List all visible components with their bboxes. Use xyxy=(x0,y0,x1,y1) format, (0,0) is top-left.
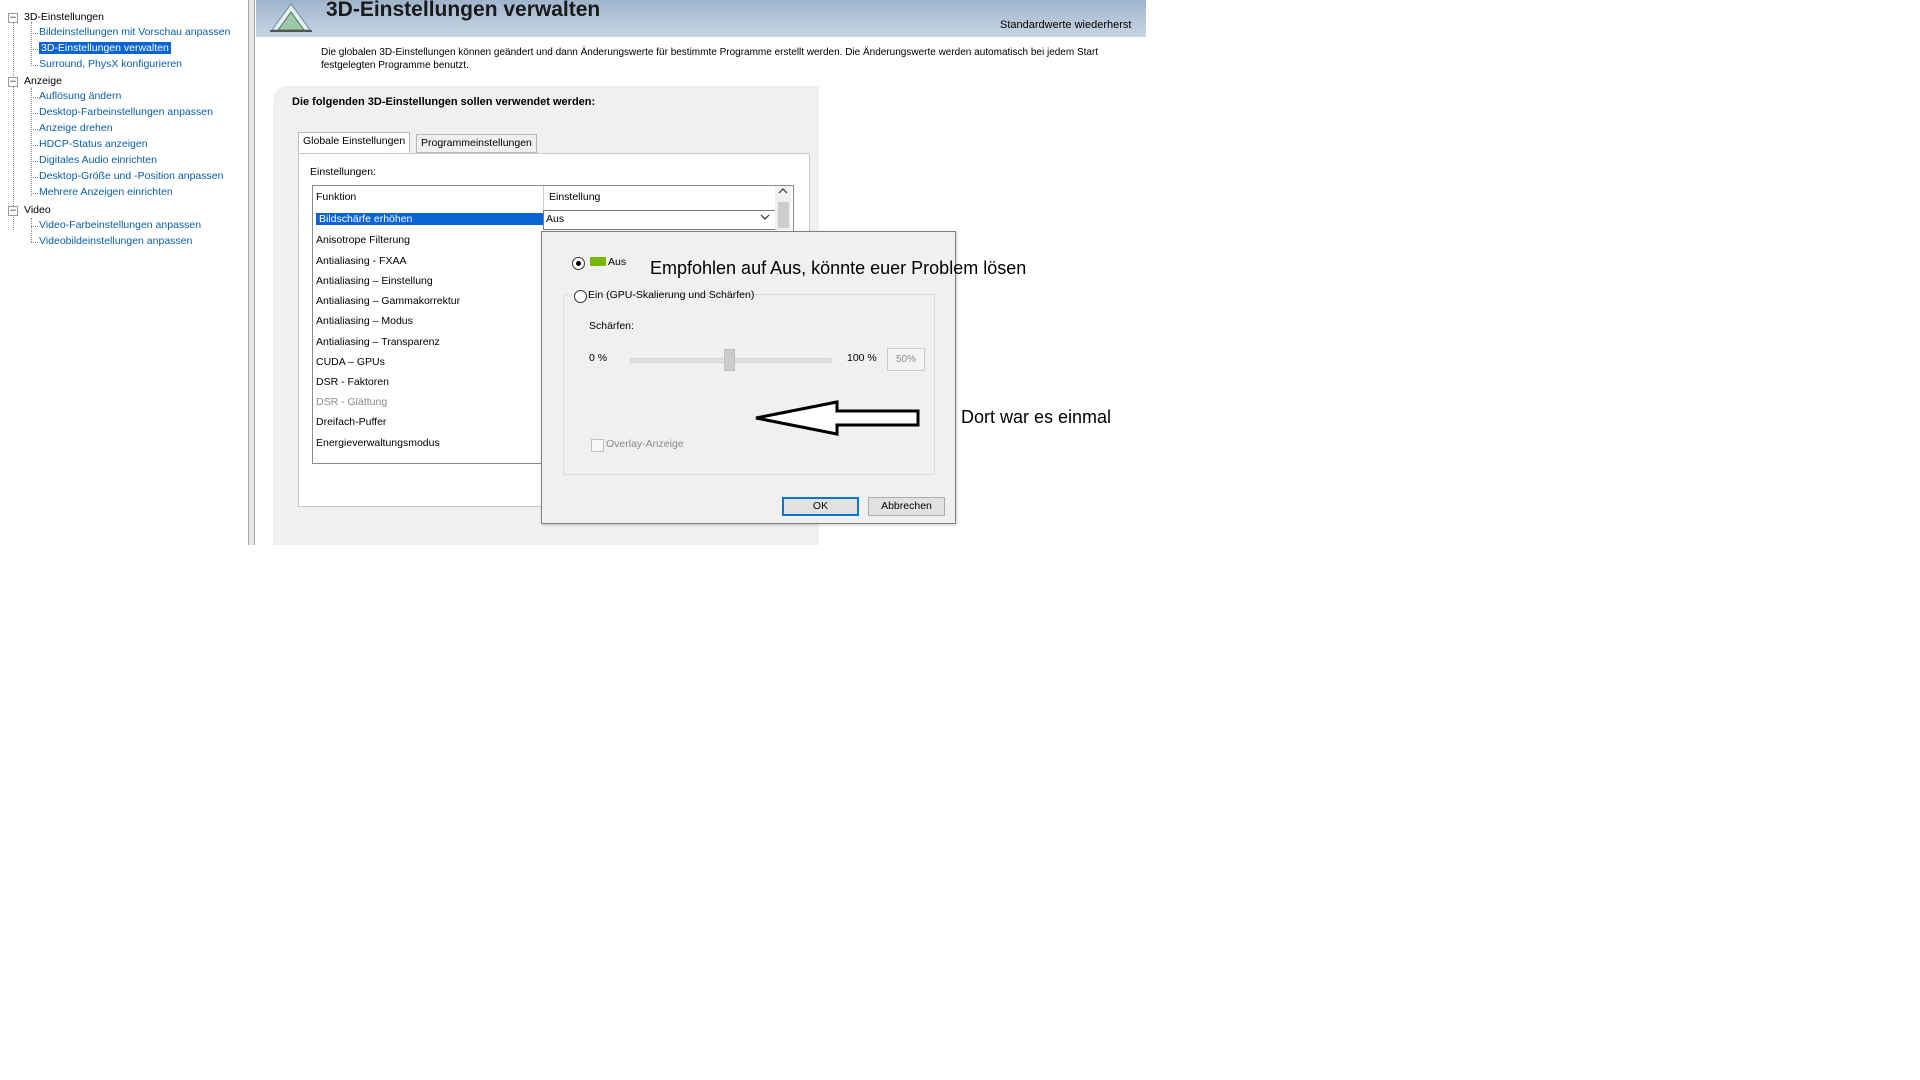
setting-value-text: Aus xyxy=(546,213,565,225)
page-description: Die globalen 3D-Einstellungen können geä… xyxy=(321,47,1099,71)
settings-row[interactable]: Dreifach-Puffer xyxy=(316,416,386,428)
settings-row[interactable]: DSR - Faktoren xyxy=(316,376,389,388)
tree-item-digital-audio[interactable]: Digitales Audio einrichten xyxy=(39,154,157,166)
cancel-button[interactable]: Abbrechen xyxy=(868,497,945,516)
ok-button[interactable]: OK xyxy=(782,497,859,516)
radio-off-label[interactable]: Aus xyxy=(608,256,626,268)
settings-row[interactable]: Antialiasing – Gammakorrektur xyxy=(316,295,460,307)
settings-row[interactable]: Antialiasing - FXAA xyxy=(316,255,406,267)
tree-item-hdcp-status[interactable]: HDCP-Status anzeigen xyxy=(39,138,148,150)
overlay-checkbox[interactable] xyxy=(591,439,604,452)
slider-min-label: 0 % xyxy=(589,352,608,364)
tab-global-settings[interactable]: Globale Einstellungen xyxy=(298,132,411,153)
tree-item-desktop-color[interactable]: Desktop-Farbeinstellungen anpassen xyxy=(39,106,213,118)
settings-row-image-sharpening[interactable]: Bildschärfe erhöhen xyxy=(316,213,543,225)
scroll-up-icon[interactable] xyxy=(778,186,788,196)
restore-defaults-link[interactable]: Standardwerte wiederherst xyxy=(1000,19,1131,31)
tree-category-video[interactable]: Video xyxy=(24,204,51,216)
tree-category-3d[interactable]: 3D-Einstellungen xyxy=(24,11,104,23)
tree-item-rotate-display[interactable]: Anzeige drehen xyxy=(39,122,113,134)
column-header-function[interactable]: Funktion xyxy=(316,191,356,203)
annotation-previous-location: Dort war es einmal xyxy=(961,407,1112,427)
setting-value-dropdown[interactable] xyxy=(543,210,777,230)
navigation-tree: − 3D-Einstellungen Bildeinstellungen mit… xyxy=(0,0,248,545)
sharpen-label: Schärfen: xyxy=(589,320,634,332)
column-separator xyxy=(543,186,544,210)
arrow-left-icon xyxy=(755,400,920,436)
radio-off[interactable] xyxy=(572,257,585,270)
sharpen-value-field[interactable]: 50% xyxy=(887,348,925,371)
tree-item-desktop-size[interactable]: Desktop-Größe und -Position anpassen xyxy=(39,170,223,182)
tree-category-display[interactable]: Anzeige xyxy=(24,75,62,87)
tree-item-manage-3d-settings[interactable]: 3D-Einstellungen verwalten xyxy=(39,42,171,54)
3d-settings-logo-icon xyxy=(270,3,312,32)
tree-item-surround-physx[interactable]: Surround, PhysX konfigurieren xyxy=(39,58,182,70)
settings-row[interactable]: Antialiasing – Modus xyxy=(316,315,413,327)
pane-splitter[interactable] xyxy=(248,0,255,545)
radio-on-label[interactable]: Ein (GPU-Skalierung und Schärfen) xyxy=(588,289,754,301)
collapse-video-icon[interactable]: − xyxy=(8,206,18,216)
chevron-down-icon[interactable] xyxy=(760,212,770,222)
page-title: 3D-Einstellungen verwalten xyxy=(326,0,601,21)
sharpen-slider-thumb[interactable] xyxy=(724,349,735,371)
settings-row[interactable]: Antialiasing – Einstellung xyxy=(316,275,433,287)
collapse-display-icon[interactable]: − xyxy=(8,77,18,87)
panel-title: Die folgenden 3D-Einstellungen sollen ve… xyxy=(292,96,596,108)
slider-max-label: 100 % xyxy=(847,352,877,364)
tree-item-change-resolution[interactable]: Auflösung ändern xyxy=(39,90,121,102)
annotation-recommendation: Empfohlen auf Aus, könnte euer Problem l… xyxy=(650,258,1027,278)
settings-row[interactable]: Energieverwaltungsmodus xyxy=(316,437,440,449)
tree-item-video-color[interactable]: Video-Farbeinstellungen anpassen xyxy=(39,219,201,231)
overlay-label: Overlay-Anzeige xyxy=(606,438,684,450)
tree-item-video-image[interactable]: Videobildeinstellungen anpassen xyxy=(39,235,192,247)
scrollbar-thumb[interactable] xyxy=(778,202,789,228)
collapse-3d-settings-icon[interactable]: − xyxy=(8,13,18,23)
settings-row[interactable]: CUDA – GPUs xyxy=(316,356,385,368)
settings-row[interactable]: Anisotrope Filterung xyxy=(316,234,410,246)
settings-label: Einstellungen: xyxy=(310,166,376,178)
tree-item-multiple-displays[interactable]: Mehrere Anzeigen einrichten xyxy=(39,186,173,198)
column-header-setting[interactable]: Einstellung xyxy=(549,191,600,203)
radio-on[interactable] xyxy=(574,290,587,303)
settings-row[interactable]: Antialiasing – Transparenz xyxy=(316,336,440,348)
tree-item-image-settings-preview[interactable]: Bildeinstellungen mit Vorschau anpassen xyxy=(39,26,230,38)
settings-row-disabled: DSR - Glättung xyxy=(316,396,388,408)
nvidia-recommended-icon xyxy=(590,257,606,266)
tab-program-settings[interactable]: Programmeinstellungen xyxy=(416,134,537,153)
